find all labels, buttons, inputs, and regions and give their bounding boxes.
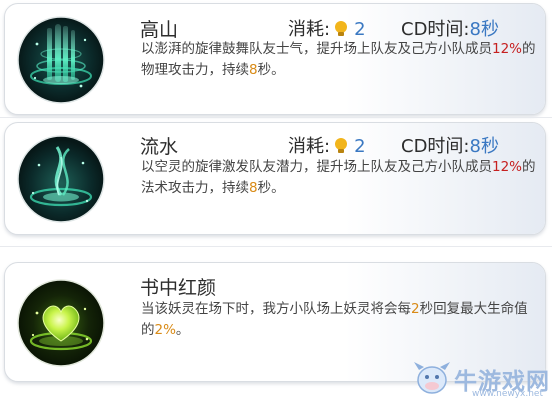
desc-highlight-percent: 2% xyxy=(154,322,176,338)
desc-highlight-duration: 2 xyxy=(411,301,420,317)
desc-highlight-duration: 8 xyxy=(249,62,258,78)
skill-name: 高山 xyxy=(140,19,179,41)
cd-label: CD时间: xyxy=(401,19,470,40)
skill-card-gaoshan[interactable]: 高山 消耗: 2 CD时间:8秒 以澎湃的旋律鼓舞队友士气，提升场上队友及己方小队… xyxy=(4,3,546,115)
skill-description: 以澎湃的旋律鼓舞队友士气，提升场上队友及己方小队成员12%的物理攻击力，持续8秒… xyxy=(141,39,539,81)
desc-text: 以澎湃的旋律鼓舞队友士气，提升场上队友及己方小队成员 xyxy=(141,41,492,57)
cost-value: 2 xyxy=(354,19,366,40)
green-fountain-icon xyxy=(17,16,105,104)
green-heart-icon xyxy=(17,279,105,367)
watermark-url: www.newyx.net xyxy=(472,389,544,399)
desc-text: 以空灵的旋律激发队友潜力，提升场上队友及己方小队成员 xyxy=(141,159,492,175)
green-swirl-icon xyxy=(17,135,105,223)
desc-text: 秒。 xyxy=(257,180,285,196)
divider xyxy=(0,117,552,118)
skill-cooldown: CD时间:8秒 xyxy=(401,132,499,158)
divider xyxy=(0,246,552,247)
cost-label: 消耗: xyxy=(288,19,331,40)
cost-label: 消耗: xyxy=(288,136,331,157)
skill-cooldown: CD时间:8秒 xyxy=(401,15,499,41)
cow-mascot-icon xyxy=(410,356,454,404)
desc-text: 。 xyxy=(175,322,190,338)
skill-description: 当该妖灵在场下时，我方小队场上妖灵将会每2秒回复最大生命值的2%。 xyxy=(141,299,539,341)
cd-value: 8秒 xyxy=(469,136,499,157)
desc-text: 秒。 xyxy=(257,62,285,78)
cd-value: 8秒 xyxy=(469,19,499,40)
skill-name: 流水 xyxy=(140,136,179,158)
desc-text: 当该妖灵在场下时，我方小队场上妖灵将会每 xyxy=(141,301,411,317)
desc-highlight-percent: 12% xyxy=(492,159,523,175)
cost-value: 2 xyxy=(354,136,366,157)
desc-highlight-percent: 12% xyxy=(492,41,523,57)
skill-name: 书中红颜 xyxy=(140,277,217,299)
skill-description: 以空灵的旋律激发队友潜力，提升场上队友及己方小队成员12%的法术攻击力，持续8秒… xyxy=(141,157,539,199)
desc-highlight-duration: 8 xyxy=(249,180,258,196)
cd-label: CD时间: xyxy=(401,136,470,157)
skill-cost: 消耗: 2 xyxy=(288,132,366,160)
skill-card-liushui[interactable]: 流水 消耗: 2 CD时间:8秒 以空灵的旋律激发队友潜力，提升场上队友及己方小队… xyxy=(4,122,546,235)
